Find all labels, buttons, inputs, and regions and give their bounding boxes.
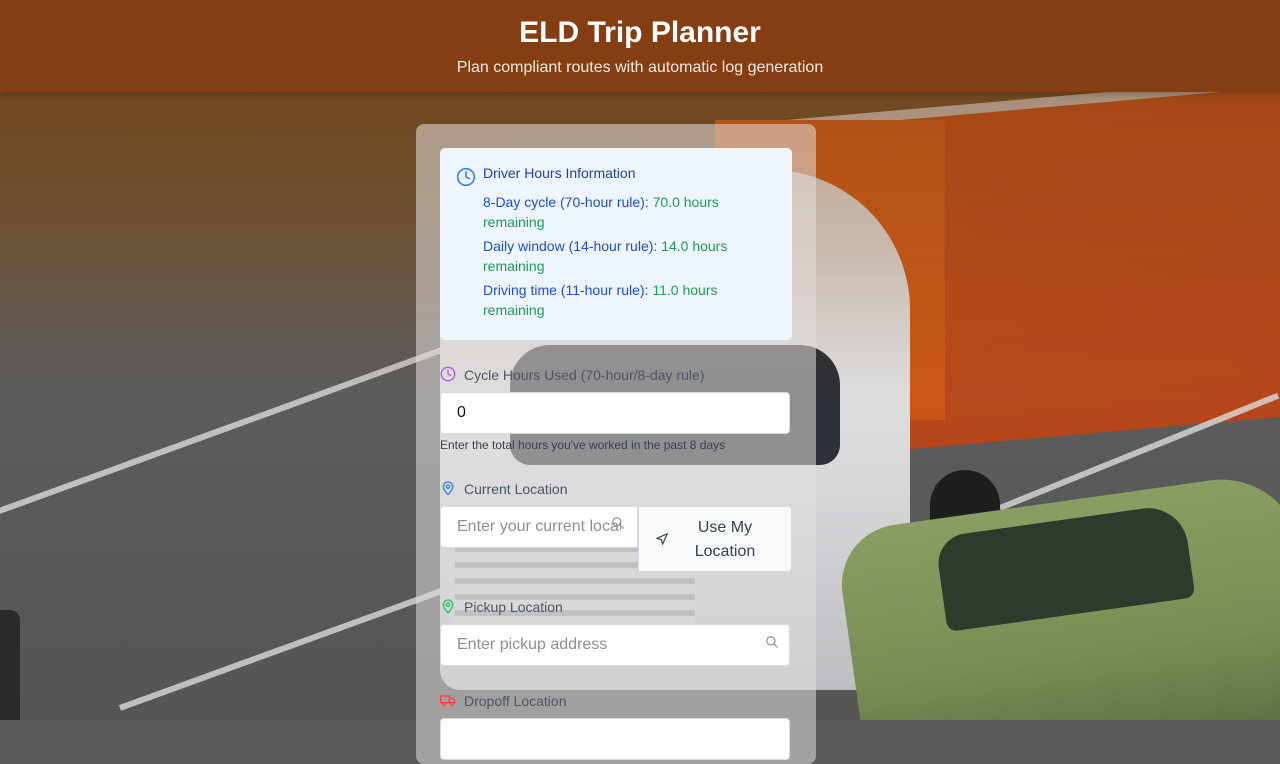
info-row-label: Daily window (14-hour rule): bbox=[483, 238, 658, 254]
info-row-label: Driving time (11-hour rule): bbox=[483, 282, 649, 298]
daily-window-remaining: Daily window (14-hour rule): 14.0 hours … bbox=[483, 236, 753, 276]
info-row-suffix: remaining bbox=[483, 258, 545, 274]
map-pin-icon bbox=[442, 481, 454, 496]
current-location-label-text: Current Location bbox=[464, 481, 568, 497]
cycle-hours-label-text: Cycle Hours Used (70-hour/8-day rule) bbox=[464, 367, 705, 383]
clock-icon bbox=[456, 167, 476, 187]
driver-hours-info-box: Driver Hours Information 8-Day cycle (70… bbox=[440, 148, 792, 340]
cycle-hours-input[interactable] bbox=[440, 392, 790, 434]
search-icon bbox=[766, 636, 778, 648]
info-row-value: 14.0 hours bbox=[661, 238, 728, 254]
current-location-input[interactable] bbox=[440, 506, 638, 548]
app-subtitle: Plan compliant routes with automatic log… bbox=[456, 59, 824, 76]
info-row-suffix: remaining bbox=[483, 302, 545, 318]
info-row-value: 11.0 hours bbox=[652, 282, 718, 298]
trip-form-panel: Driver Hours Information 8-Day cycle (70… bbox=[416, 124, 816, 764]
dropoff-location-input[interactable] bbox=[440, 718, 790, 760]
cycle-hours-remaining: 8-Day cycle (70-hour rule): 70.0 hours r… bbox=[483, 192, 753, 232]
info-row-value: 70.0 hours bbox=[652, 194, 719, 210]
cycle-hours-hint: Enter the total hours you've worked in t… bbox=[440, 438, 726, 452]
use-my-location-button[interactable]: Use My Location bbox=[638, 506, 792, 572]
map-pin-icon bbox=[442, 599, 454, 614]
truck-icon bbox=[440, 695, 456, 706]
pickup-location-input[interactable] bbox=[440, 624, 790, 666]
clock-icon bbox=[440, 366, 456, 382]
use-my-location-label: Use My Location bbox=[694, 519, 756, 560]
info-row-label: 8-Day cycle (70-hour rule): bbox=[483, 194, 649, 210]
search-icon bbox=[612, 517, 624, 529]
driving-time-remaining: Driving time (11-hour rule): 11.0 hours … bbox=[483, 280, 753, 320]
dropoff-location-label-text: Dropoff Location bbox=[464, 693, 567, 709]
navigation-icon bbox=[656, 533, 668, 545]
app-header: ELD Trip Planner Plan compliant routes w… bbox=[0, 0, 1280, 92]
info-title: Driver Hours Information bbox=[483, 165, 636, 181]
app-title: ELD Trip Planner bbox=[519, 16, 761, 49]
pickup-location-label-text: Pickup Location bbox=[464, 599, 563, 615]
info-row-suffix: remaining bbox=[483, 214, 545, 230]
